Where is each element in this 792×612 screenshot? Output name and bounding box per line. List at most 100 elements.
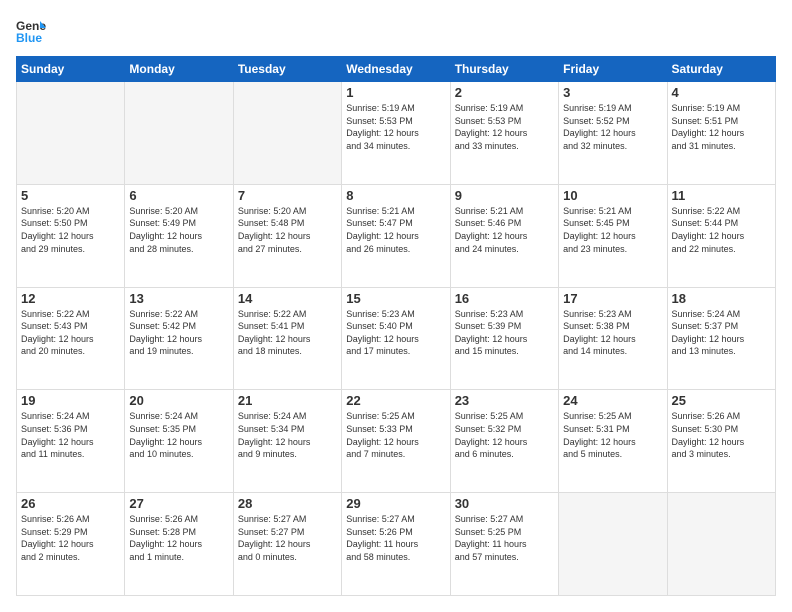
day-info: Sunrise: 5:24 AM Sunset: 5:35 PM Dayligh… — [129, 410, 228, 460]
calendar-week-row: 5 Sunrise: 5:20 AM Sunset: 5:50 PM Daylig… — [17, 184, 776, 287]
day-info: Sunrise: 5:24 AM Sunset: 5:36 PM Dayligh… — [21, 410, 120, 460]
calendar-day-cell: 1 Sunrise: 5:19 AM Sunset: 5:53 PM Daylig… — [342, 82, 450, 185]
day-number: 9 — [455, 188, 554, 203]
calendar-day-cell: 13 Sunrise: 5:22 AM Sunset: 5:42 PM Dayli… — [125, 287, 233, 390]
calendar-week-row: 12Sunrise: 5:22 AM Sunset: 5:43 PM Dayli… — [17, 287, 776, 390]
day-info: Sunrise: 5:24 AM Sunset: 5:34 PM Dayligh… — [238, 410, 337, 460]
calendar-day-cell: 29 Sunrise: 5:27 AM Sunset: 5:26 PM Dayli… — [342, 493, 450, 596]
calendar-day-cell: 30 Sunrise: 5:27 AM Sunset: 5:25 PM Dayli… — [450, 493, 558, 596]
weekday-header-row: SundayMondayTuesdayWednesdayThursdayFrid… — [17, 57, 776, 82]
calendar-day-cell: 11 Sunrise: 5:22 AM Sunset: 5:44 PM Dayli… — [667, 184, 775, 287]
calendar-day-cell: 19 Sunrise: 5:24 AM Sunset: 5:36 PM Dayli… — [17, 390, 125, 493]
day-number: 16 — [455, 291, 554, 306]
calendar-day-cell: 22 Sunrise: 5:25 AM Sunset: 5:33 PM Dayli… — [342, 390, 450, 493]
day-number: 5 — [21, 188, 120, 203]
calendar-day-cell: 26 Sunrise: 5:26 AM Sunset: 5:29 PM Dayli… — [17, 493, 125, 596]
day-info: Sunrise: 5:20 AM Sunset: 5:48 PM Dayligh… — [238, 205, 337, 255]
day-info: Sunrise: 5:23 AM Sunset: 5:40 PM Dayligh… — [346, 308, 445, 358]
day-info: Sunrise: 5:22 AM Sunset: 5:41 PM Dayligh… — [238, 308, 337, 358]
day-number: 29 — [346, 496, 445, 511]
weekday-header: Tuesday — [233, 57, 341, 82]
calendar-day-cell: 2 Sunrise: 5:19 AM Sunset: 5:53 PM Daylig… — [450, 82, 558, 185]
calendar-day-cell — [233, 82, 341, 185]
page-header: General Blue — [16, 16, 776, 46]
day-info: Sunrise: 5:21 AM Sunset: 5:46 PM Dayligh… — [455, 205, 554, 255]
calendar-day-cell — [667, 493, 775, 596]
day-info: Sunrise: 5:20 AM Sunset: 5:50 PM Dayligh… — [21, 205, 120, 255]
day-info: Sunrise: 5:21 AM Sunset: 5:45 PM Dayligh… — [563, 205, 662, 255]
day-number: 7 — [238, 188, 337, 203]
logo: General Blue — [16, 16, 46, 46]
calendar-day-cell: 3Sunrise: 5:19 AM Sunset: 5:52 PM Daylig… — [559, 82, 667, 185]
calendar-day-cell: 24 Sunrise: 5:25 AM Sunset: 5:31 PM Dayli… — [559, 390, 667, 493]
day-info: Sunrise: 5:25 AM Sunset: 5:31 PM Dayligh… — [563, 410, 662, 460]
day-number: 28 — [238, 496, 337, 511]
weekday-header: Wednesday — [342, 57, 450, 82]
day-info: Sunrise: 5:25 AM Sunset: 5:33 PM Dayligh… — [346, 410, 445, 460]
calendar-day-cell: 6 Sunrise: 5:20 AM Sunset: 5:49 PM Daylig… — [125, 184, 233, 287]
day-info: Sunrise: 5:22 AM Sunset: 5:44 PM Dayligh… — [672, 205, 771, 255]
day-number: 26 — [21, 496, 120, 511]
day-info: Sunrise: 5:21 AM Sunset: 5:47 PM Dayligh… — [346, 205, 445, 255]
day-number: 1 — [346, 85, 445, 100]
day-number: 19 — [21, 393, 120, 408]
calendar-day-cell: 27 Sunrise: 5:26 AM Sunset: 5:28 PM Dayli… — [125, 493, 233, 596]
day-number: 14 — [238, 291, 337, 306]
day-number: 18 — [672, 291, 771, 306]
day-info: Sunrise: 5:20 AM Sunset: 5:49 PM Dayligh… — [129, 205, 228, 255]
calendar-week-row: 26 Sunrise: 5:26 AM Sunset: 5:29 PM Dayli… — [17, 493, 776, 596]
calendar-day-cell: 18 Sunrise: 5:24 AM Sunset: 5:37 PM Dayli… — [667, 287, 775, 390]
calendar-week-row: 1 Sunrise: 5:19 AM Sunset: 5:53 PM Daylig… — [17, 82, 776, 185]
day-number: 21 — [238, 393, 337, 408]
calendar-body: 1 Sunrise: 5:19 AM Sunset: 5:53 PM Daylig… — [17, 82, 776, 596]
calendar-day-cell: 23Sunrise: 5:25 AM Sunset: 5:32 PM Dayli… — [450, 390, 558, 493]
day-info: Sunrise: 5:23 AM Sunset: 5:39 PM Dayligh… — [455, 308, 554, 358]
day-number: 2 — [455, 85, 554, 100]
weekday-header: Sunday — [17, 57, 125, 82]
day-info: Sunrise: 5:19 AM Sunset: 5:51 PM Dayligh… — [672, 102, 771, 152]
day-info: Sunrise: 5:19 AM Sunset: 5:53 PM Dayligh… — [455, 102, 554, 152]
day-number: 8 — [346, 188, 445, 203]
day-number: 11 — [672, 188, 771, 203]
day-number: 20 — [129, 393, 228, 408]
calendar-day-cell: 16 Sunrise: 5:23 AM Sunset: 5:39 PM Dayli… — [450, 287, 558, 390]
weekday-header: Monday — [125, 57, 233, 82]
day-number: 22 — [346, 393, 445, 408]
day-info: Sunrise: 5:27 AM Sunset: 5:26 PM Dayligh… — [346, 513, 445, 563]
calendar-day-cell: 15 Sunrise: 5:23 AM Sunset: 5:40 PM Dayli… — [342, 287, 450, 390]
calendar-day-cell — [17, 82, 125, 185]
day-number: 3 — [563, 85, 662, 100]
day-info: Sunrise: 5:27 AM Sunset: 5:27 PM Dayligh… — [238, 513, 337, 563]
calendar-day-cell: 21 Sunrise: 5:24 AM Sunset: 5:34 PM Dayli… — [233, 390, 341, 493]
day-number: 12 — [21, 291, 120, 306]
calendar-day-cell — [125, 82, 233, 185]
day-number: 30 — [455, 496, 554, 511]
day-info: Sunrise: 5:27 AM Sunset: 5:25 PM Dayligh… — [455, 513, 554, 563]
calendar-day-cell: 17Sunrise: 5:23 AM Sunset: 5:38 PM Dayli… — [559, 287, 667, 390]
calendar-day-cell: 14 Sunrise: 5:22 AM Sunset: 5:41 PM Dayli… — [233, 287, 341, 390]
calendar-week-row: 19 Sunrise: 5:24 AM Sunset: 5:36 PM Dayli… — [17, 390, 776, 493]
calendar-day-cell: 5 Sunrise: 5:20 AM Sunset: 5:50 PM Daylig… — [17, 184, 125, 287]
calendar-day-cell: 25 Sunrise: 5:26 AM Sunset: 5:30 PM Dayli… — [667, 390, 775, 493]
day-info: Sunrise: 5:24 AM Sunset: 5:37 PM Dayligh… — [672, 308, 771, 358]
day-number: 15 — [346, 291, 445, 306]
day-info: Sunrise: 5:26 AM Sunset: 5:30 PM Dayligh… — [672, 410, 771, 460]
day-number: 24 — [563, 393, 662, 408]
day-info: Sunrise: 5:19 AM Sunset: 5:53 PM Dayligh… — [346, 102, 445, 152]
day-info: Sunrise: 5:23 AM Sunset: 5:38 PM Dayligh… — [563, 308, 662, 358]
day-info: Sunrise: 5:26 AM Sunset: 5:28 PM Dayligh… — [129, 513, 228, 563]
day-info: Sunrise: 5:26 AM Sunset: 5:29 PM Dayligh… — [21, 513, 120, 563]
calendar-day-cell: 9 Sunrise: 5:21 AM Sunset: 5:46 PM Daylig… — [450, 184, 558, 287]
svg-text:Blue: Blue — [16, 31, 42, 45]
calendar-day-cell: 7 Sunrise: 5:20 AM Sunset: 5:48 PM Daylig… — [233, 184, 341, 287]
day-number: 6 — [129, 188, 228, 203]
weekday-header: Saturday — [667, 57, 775, 82]
day-info: Sunrise: 5:22 AM Sunset: 5:42 PM Dayligh… — [129, 308, 228, 358]
calendar-day-cell: 8 Sunrise: 5:21 AM Sunset: 5:47 PM Daylig… — [342, 184, 450, 287]
day-number: 25 — [672, 393, 771, 408]
day-number: 27 — [129, 496, 228, 511]
weekday-header: Thursday — [450, 57, 558, 82]
day-number: 13 — [129, 291, 228, 306]
calendar-day-cell: 28 Sunrise: 5:27 AM Sunset: 5:27 PM Dayli… — [233, 493, 341, 596]
day-number: 10 — [563, 188, 662, 203]
